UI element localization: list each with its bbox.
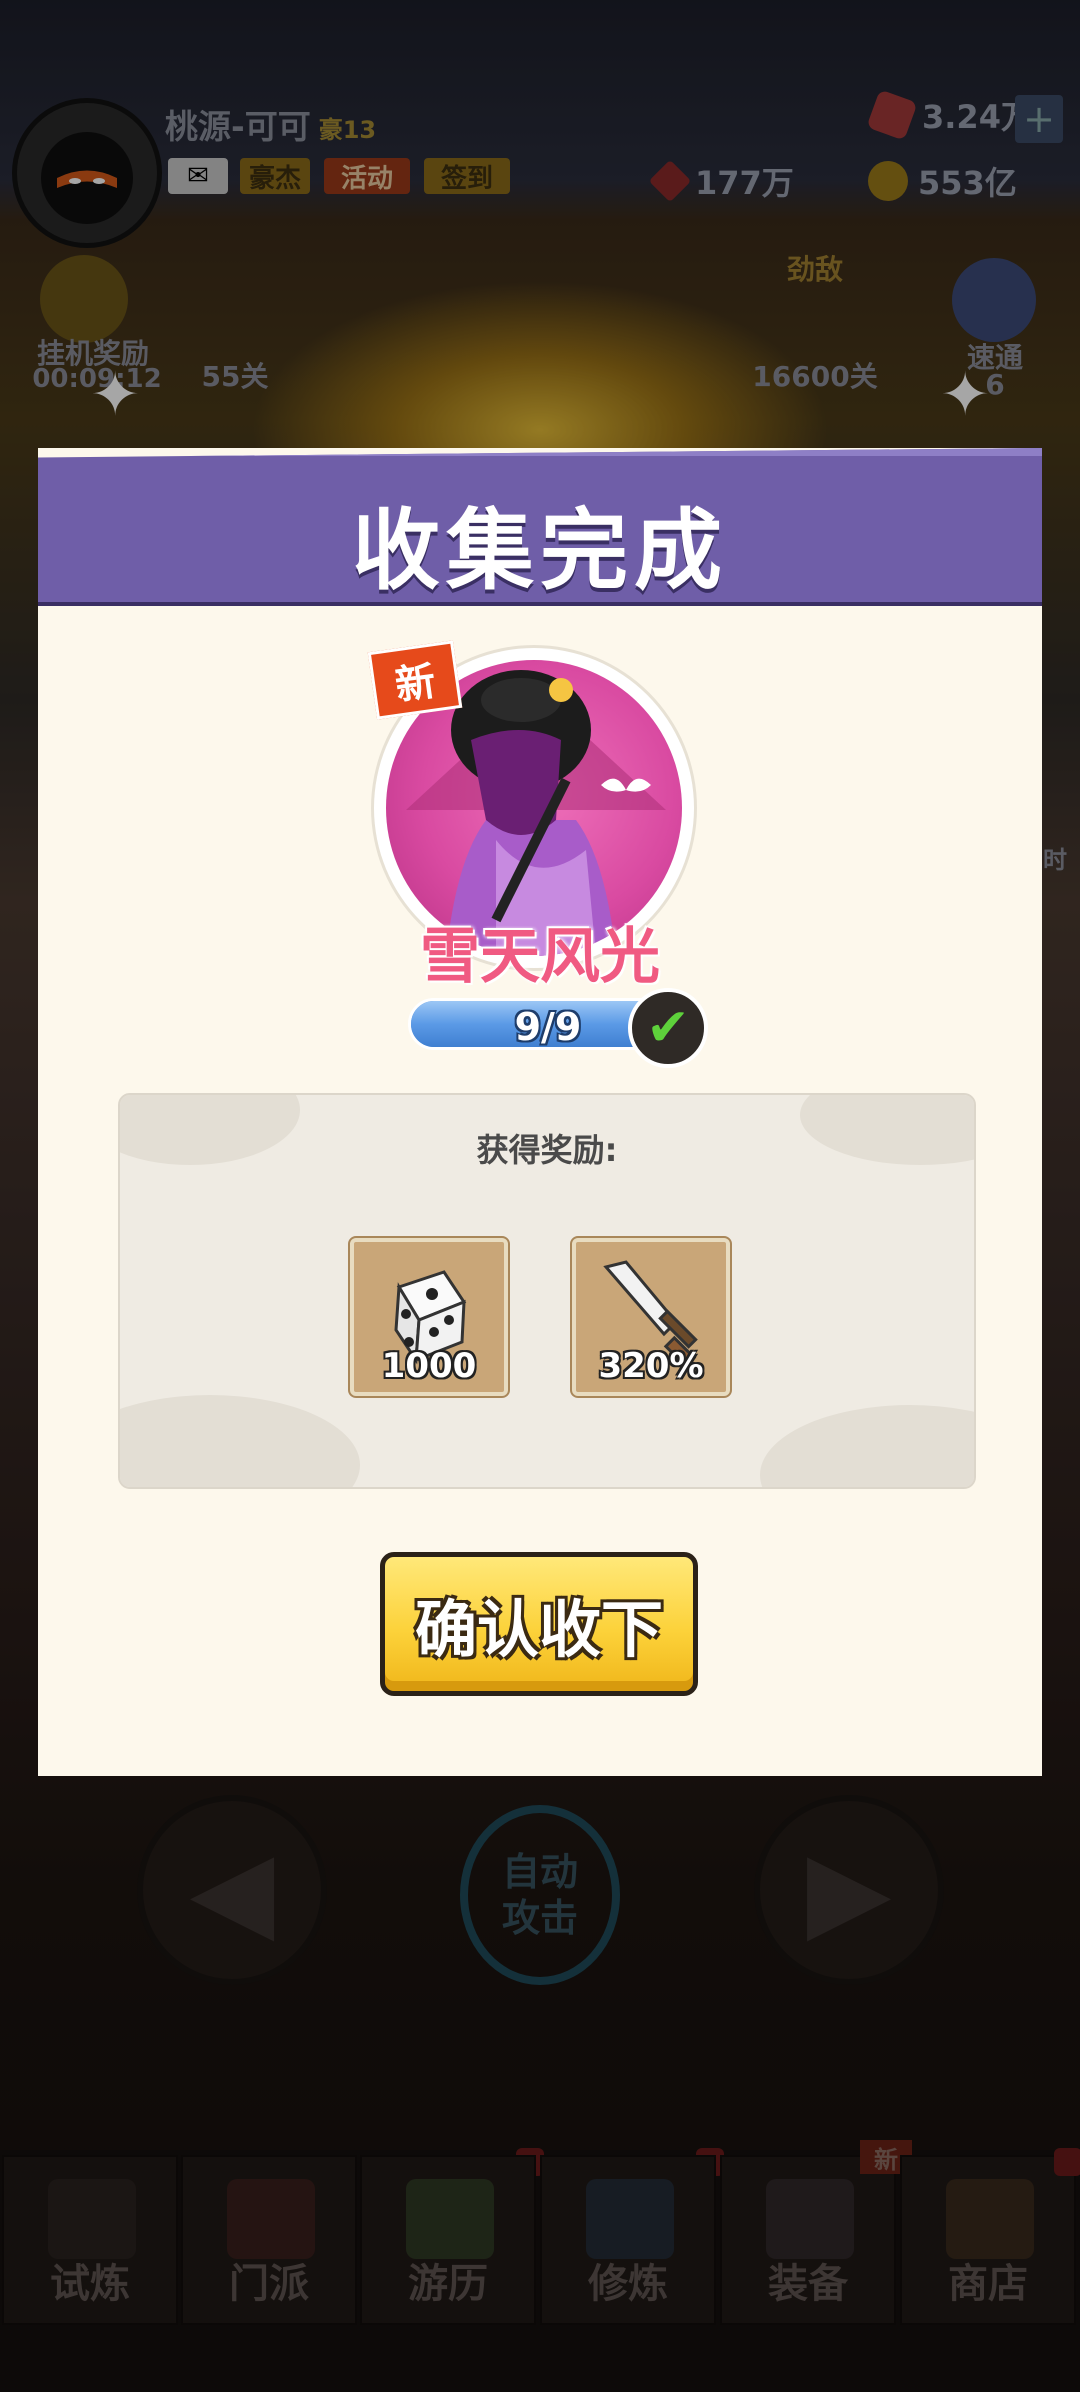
reward-item-dice[interactable]: 1000 [350,1238,508,1396]
cloud-decoration [760,1405,974,1487]
reward-qty: 1000 [381,1346,477,1386]
confirm-button[interactable]: 确认收下 [380,1552,698,1696]
check-icon: ✔ [628,988,708,1068]
collection-complete-dialog: 收集完成 新 雪天风光 9/9 ✔ 获得奖励: 1000 320% 确认收下 [38,448,1042,1776]
reward-panel: 获得奖励: 1000 320% [118,1093,976,1489]
reward-item-sword[interactable]: 320% [572,1238,730,1396]
new-badge: 新 [367,640,463,720]
dialog-title: 收集完成 [351,499,728,602]
cloud-decoration [120,1395,360,1487]
confirm-label: 确认收下 [414,1593,663,1666]
reward-title: 获得奖励: [476,1131,618,1169]
skin-name: 雪天风光 [420,922,660,992]
reward-qty: 320% [598,1346,704,1386]
